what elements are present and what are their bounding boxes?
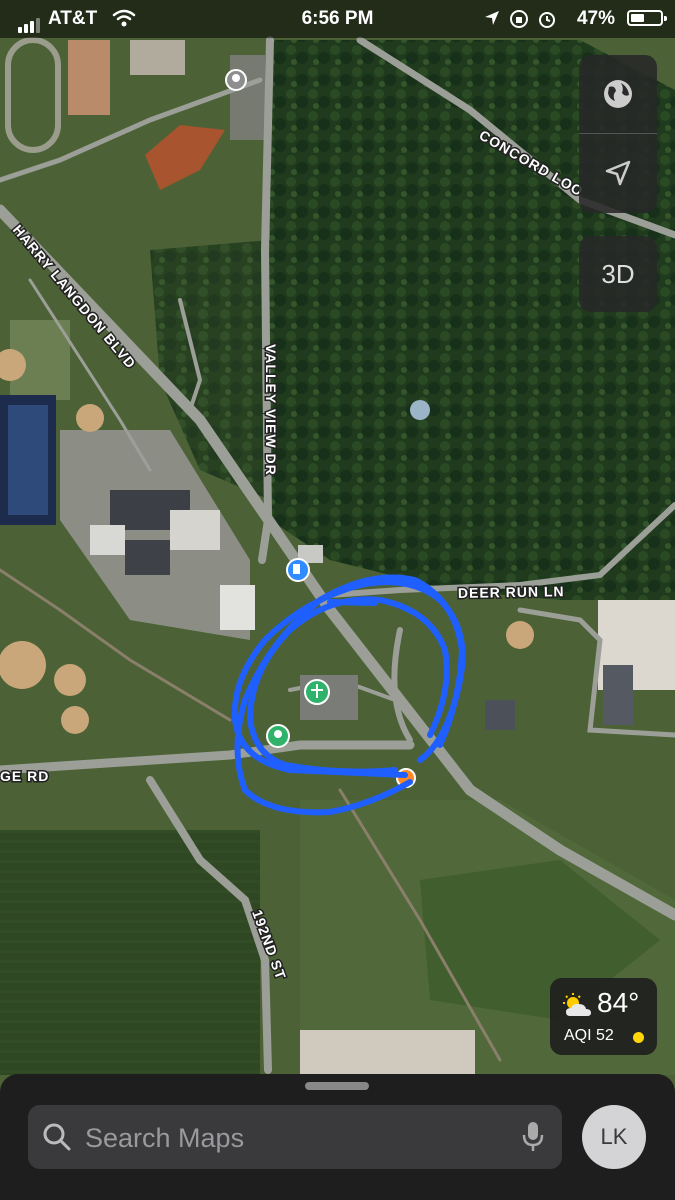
temperature: 84° (597, 987, 640, 1018)
theater-icon[interactable] (225, 69, 247, 91)
3d-button[interactable]: 3D (579, 236, 657, 312)
aqi-label: AQI 52 (564, 1027, 614, 1044)
gas-station-icon[interactable] (286, 558, 310, 582)
location-arrow-icon (483, 9, 501, 35)
aqi-indicator (633, 1032, 644, 1043)
alarm-icon (537, 9, 557, 35)
park-icon[interactable] (266, 724, 290, 748)
picnic-area-icon[interactable] (304, 679, 330, 705)
current-location-button[interactable] (579, 134, 657, 212)
search-bar[interactable] (28, 1105, 562, 1171)
search-input[interactable] (83, 1105, 507, 1171)
avatar[interactable]: LK (582, 1105, 646, 1169)
sheet-grabber[interactable] (305, 1082, 369, 1090)
map-controls (579, 55, 657, 213)
bottom-sheet[interactable]: LK (0, 1074, 675, 1200)
location-arrow-icon (605, 160, 631, 186)
partly-sunny-icon (563, 993, 591, 1016)
status-bar: AT&T 6:56 PM 47% (0, 0, 675, 38)
search-icon (43, 1123, 71, 1151)
road-label-ge-rd: GE RD (0, 768, 49, 784)
battery-icon (627, 10, 667, 26)
globe-button[interactable] (579, 55, 657, 133)
road-label-valley-view: VALLEY VIEW DR (263, 344, 279, 476)
battery-percent: 47% (576, 8, 615, 29)
weather-widget[interactable]: 84° AQI 52 (550, 978, 657, 1055)
globe-icon (604, 80, 632, 108)
road-label-deer-run: DEER RUN LN (458, 583, 565, 601)
orientation-lock-icon (509, 9, 529, 35)
clock-time: 6:56 PM (301, 8, 374, 29)
microphone-icon[interactable] (522, 1121, 544, 1153)
